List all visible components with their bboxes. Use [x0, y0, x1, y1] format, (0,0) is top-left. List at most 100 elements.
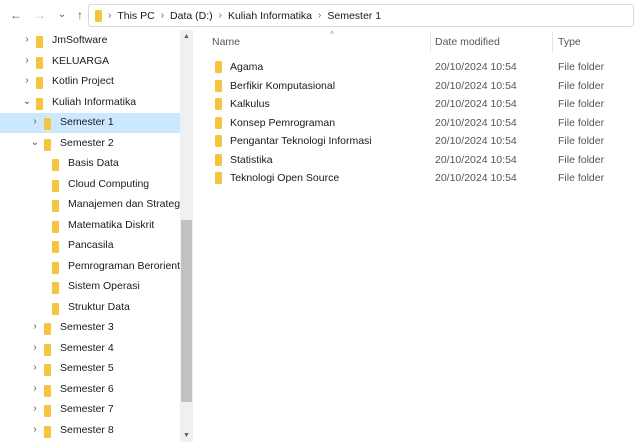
tree-item[interactable]: Basis Data [0, 154, 180, 174]
forward-icon[interactable]: → [32, 7, 48, 23]
file-date-modified: 20/10/2024 10:54 [435, 116, 517, 129]
back-icon[interactable]: ← [8, 7, 24, 23]
column-divider[interactable] [430, 32, 431, 52]
tree-item-label: Semester 2 [60, 136, 114, 149]
tree-item-label: Pemrograman Berorientasi [68, 259, 180, 272]
chevron-right-icon[interactable]: › [30, 383, 40, 394]
tree-item[interactable]: › Kotlin Project [0, 72, 180, 92]
file-row[interactable]: Konsep Pemrograman 20/10/2024 10:54 File f… [194, 114, 640, 132]
tree-item[interactable]: Matematika Diskrit [0, 216, 180, 236]
folder-icon [36, 56, 43, 69]
tree-item[interactable]: Cloud Computing [0, 175, 180, 195]
sort-ascending-icon: ^ [330, 30, 334, 39]
column-divider[interactable] [552, 32, 553, 52]
tree-item-label: Semester 4 [60, 341, 114, 354]
tree-item[interactable]: ⌄ Kuliah Informatika [0, 93, 180, 113]
navigation-scrollbar[interactable]: ▲ ▼ [180, 30, 193, 442]
tree-item[interactable]: › Semester 4 [0, 339, 180, 359]
chevron-right-icon[interactable]: › [30, 321, 40, 332]
chevron-right-icon[interactable]: › [30, 116, 40, 127]
folder-icon [44, 425, 51, 438]
scroll-down-icon[interactable]: ▼ [183, 432, 190, 439]
file-row[interactable]: Teknologi Open Source 20/10/2024 10:54 Fil… [194, 169, 640, 187]
tree-item-label: KELUARGA [52, 54, 110, 67]
chevron-right-icon[interactable]: › [30, 424, 40, 435]
chevron-right-icon: › [108, 10, 112, 21]
tree-item-label: Semester 5 [60, 362, 114, 374]
address-bar-row: ← → ⌄ ↑ › This PC › Data (D:) › Kuliah I… [0, 0, 640, 30]
file-type: File folder [558, 61, 605, 73]
file-type: File folder [558, 116, 605, 129]
file-row[interactable]: Statistika 20/10/2024 10:54 File folder [194, 151, 640, 169]
chevron-right-icon[interactable]: › [30, 342, 40, 353]
folder-icon [52, 179, 59, 192]
tree-item[interactable]: › Semester 6 [0, 380, 180, 400]
tree-item[interactable]: › KELUARGA [0, 52, 180, 72]
tree-item[interactable]: Sistem Operasi [0, 277, 180, 297]
tree-item[interactable]: › Semester 7 [0, 400, 180, 420]
tree-item[interactable]: Manajemen dan Strategi [0, 195, 180, 215]
breadcrumb-kuliah-informatika[interactable]: Kuliah Informatika [228, 10, 312, 22]
tree-item-label: Semester 8 [60, 423, 114, 436]
breadcrumb-this-pc[interactable]: This PC [117, 10, 154, 22]
tree-item[interactable]: › Semester 3 [0, 318, 180, 338]
scroll-up-icon[interactable]: ▲ [183, 33, 190, 40]
tree-item[interactable]: › Semester 5 [0, 359, 180, 379]
chevron-right-icon: › [218, 10, 222, 21]
folder-icon [44, 384, 51, 397]
folder-icon [215, 79, 222, 92]
tree-item[interactable]: Struktur Data [0, 298, 180, 318]
address-box[interactable]: › This PC › Data (D:) › Kuliah Informati… [88, 4, 634, 27]
tree-item[interactable]: › JmSoftware [0, 31, 180, 51]
column-name-label: Name [212, 36, 241, 48]
folder-icon [215, 98, 222, 110]
tree-item[interactable]: Pancasila [0, 236, 180, 256]
folder-icon [215, 61, 222, 73]
file-list: Name ^ Date modified Type Agama 20/10/202… [194, 30, 640, 442]
tree-item[interactable]: › Semester 1 [0, 113, 180, 133]
folder-icon [36, 36, 43, 48]
chevron-right-icon[interactable]: › [22, 75, 32, 86]
folder-icon [215, 172, 222, 184]
file-row[interactable]: Agama 20/10/2024 10:54 File folder [194, 58, 640, 76]
file-row[interactable]: Kalkulus 20/10/2024 10:54 File folder [194, 95, 640, 113]
breadcrumb-data-d[interactable]: Data (D:) [170, 10, 213, 22]
column-header-type[interactable]: Type [558, 30, 638, 54]
tree-item[interactable]: Pemrograman Berorientasi [0, 257, 180, 277]
file-date-modified: 20/10/2024 10:54 [435, 153, 517, 166]
navigation-pane: › JmSoftware › KELUARGA › Kotlin Project ⌄ Kuli… [0, 30, 180, 442]
file-date-modified: 20/10/2024 10:54 [435, 61, 517, 73]
file-type: File folder [558, 135, 605, 147]
folder-icon [215, 153, 222, 166]
folder-icon [52, 302, 59, 315]
folder-icon [44, 405, 51, 417]
folder-icon [36, 97, 43, 110]
tree-item[interactable]: › Semester 8 [0, 421, 180, 441]
chevron-right-icon[interactable]: › [22, 55, 32, 66]
chevron-down-icon[interactable]: ⌄ [22, 96, 32, 107]
folder-icon [44, 323, 51, 335]
file-type: File folder [558, 172, 605, 184]
file-row[interactable]: Berfikir Komputasional 20/10/2024 10:54 Fi… [194, 77, 640, 95]
breadcrumb-semester-1[interactable]: Semester 1 [327, 10, 381, 22]
file-date-modified: 20/10/2024 10:54 [435, 79, 517, 92]
folder-icon [52, 200, 59, 212]
file-row[interactable]: Pengantar Teknologi Informasi 20/10/2024 … [194, 132, 640, 150]
folder-icon [44, 343, 51, 356]
column-header-name[interactable]: Name ^ [212, 30, 428, 54]
chevron-down-icon[interactable]: ⌄ [30, 137, 40, 148]
recent-locations-icon[interactable]: ⌄ [54, 7, 70, 23]
file-type: File folder [558, 153, 605, 166]
scrollbar-thumb[interactable] [181, 220, 192, 402]
chevron-right-icon[interactable]: › [30, 362, 40, 373]
folder-icon [36, 77, 43, 89]
chevron-right-icon[interactable]: › [22, 34, 32, 45]
tree-item-label: Pancasila [68, 239, 114, 251]
up-icon[interactable]: ↑ [72, 7, 88, 23]
chevron-right-icon[interactable]: › [30, 403, 40, 414]
column-header-date[interactable]: Date modified [435, 30, 551, 54]
tree-item-label: Cloud Computing [68, 177, 150, 190]
tree-item[interactable]: ⌄ Semester 2 [0, 134, 180, 154]
file-type: File folder [558, 98, 605, 110]
folder-icon [52, 261, 59, 274]
